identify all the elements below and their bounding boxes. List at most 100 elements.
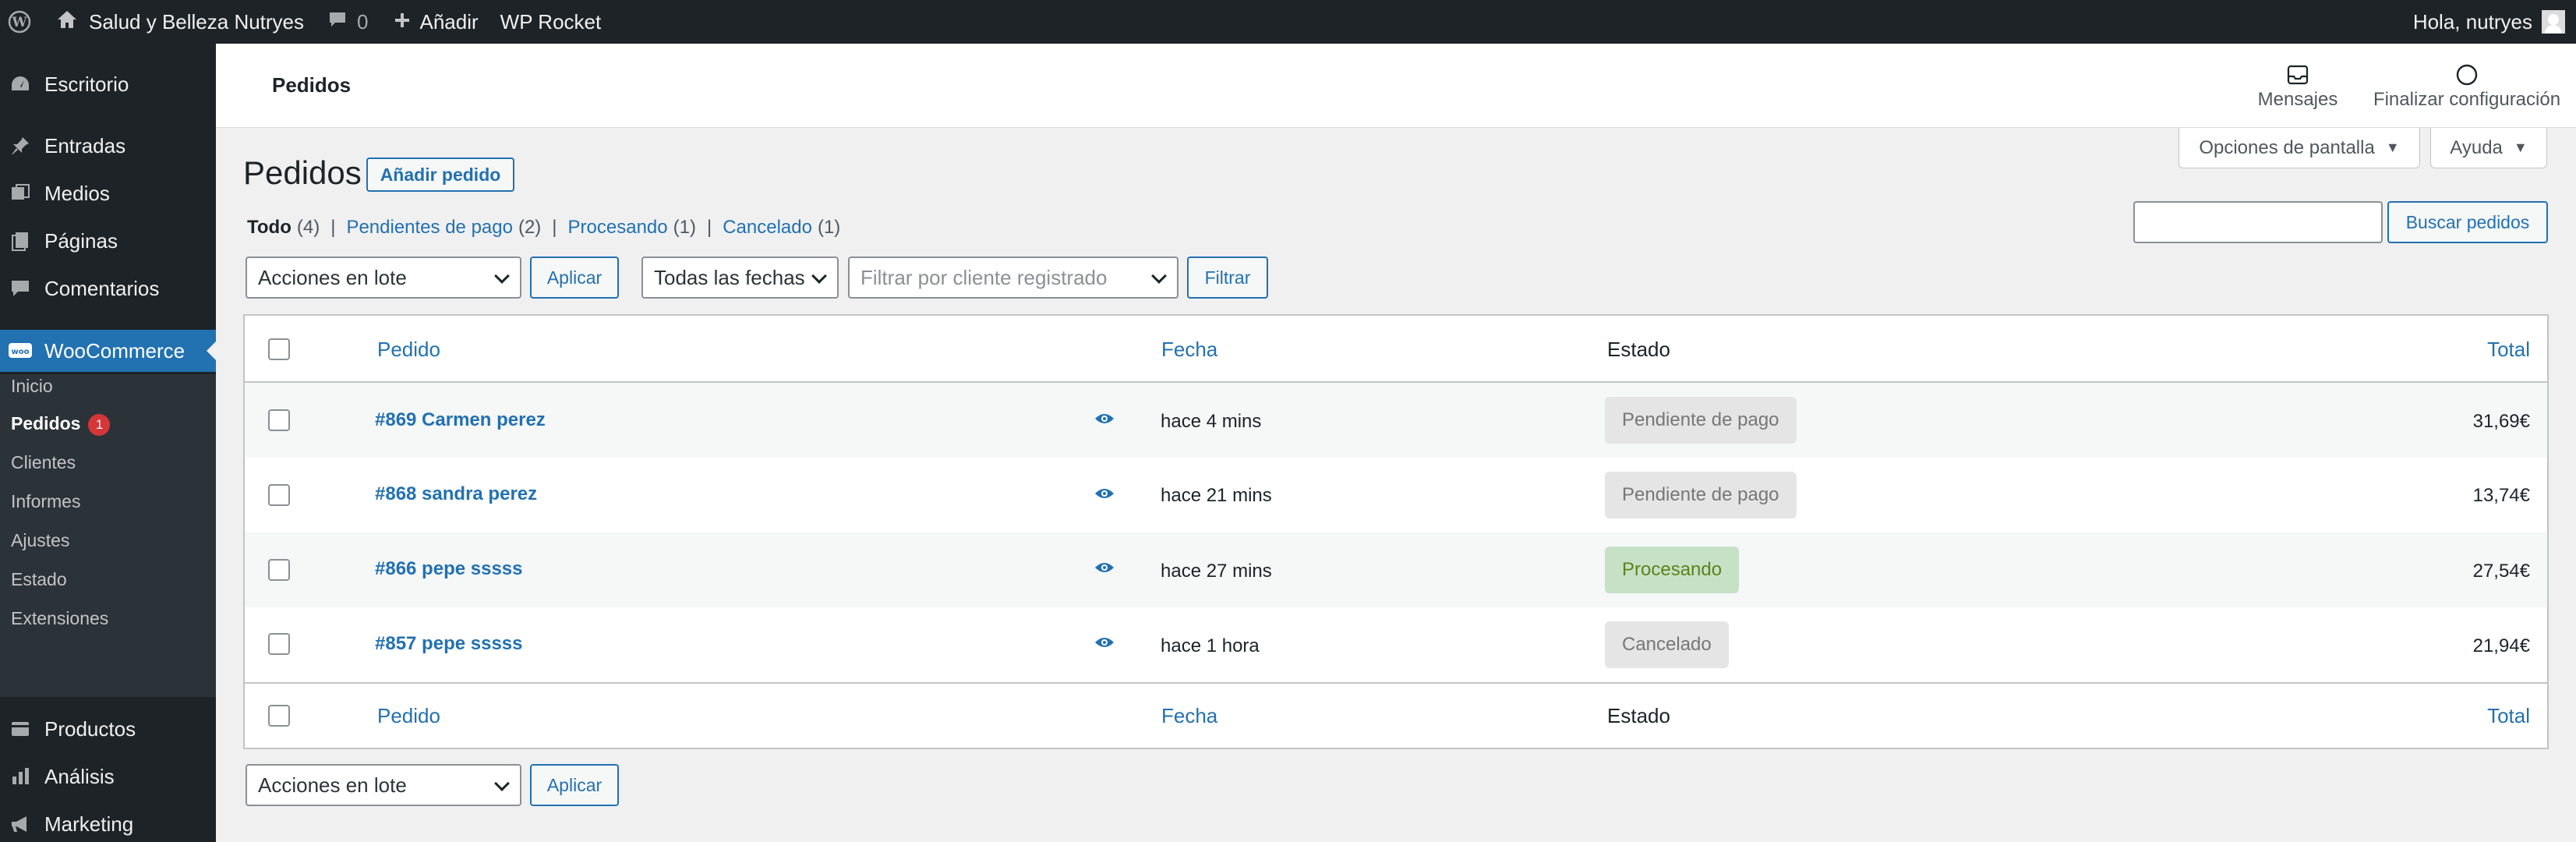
column-total[interactable]: Total bbox=[2487, 704, 2530, 728]
table-row[interactable]: #866 pepe sssss hace 27 mins Procesando … bbox=[245, 532, 2547, 607]
sidebar-item-escritorio[interactable]: Escritorio bbox=[0, 63, 216, 105]
row-checkbox[interactable] bbox=[268, 559, 290, 581]
view-cancelled[interactable]: Cancelado bbox=[723, 217, 812, 239]
sidebar-item-label: Marketing bbox=[44, 812, 134, 836]
order-total: 27,54€ bbox=[2472, 561, 2530, 582]
select-all-checkbox[interactable] bbox=[268, 705, 290, 727]
column-date[interactable]: Fecha bbox=[1161, 704, 1217, 728]
caret-down-icon: ▼ bbox=[2513, 140, 2528, 155]
select-all-checkbox[interactable] bbox=[268, 338, 290, 360]
media-icon bbox=[8, 181, 33, 206]
status-badge: Procesando bbox=[1605, 547, 1740, 593]
sidebar-item-label: Páginas bbox=[44, 228, 118, 253]
finish-setup-label: Finalizar configuración bbox=[2373, 89, 2561, 110]
help-button[interactable]: Ayuda ▼ bbox=[2430, 128, 2547, 168]
table-row[interactable]: #857 pepe sssss hace 1 hora Cancelado 21… bbox=[245, 607, 2547, 682]
view-pending[interactable]: Pendientes de pago bbox=[346, 217, 513, 239]
search-orders-input[interactable] bbox=[2133, 201, 2383, 243]
sidebar-item-medios[interactable]: Medios bbox=[0, 172, 216, 214]
megaphone-icon bbox=[8, 812, 33, 837]
site-name-link[interactable]: Salud y Belleza Nutryes bbox=[56, 0, 304, 44]
view-processing[interactable]: Procesando bbox=[568, 217, 668, 239]
sidebar-item-analisis[interactable]: Análisis bbox=[0, 755, 216, 798]
submenu-label: Estado bbox=[11, 569, 67, 589]
orders-table: Pedido Fecha Estado Total #869 Carmen pe… bbox=[243, 314, 2549, 749]
filter-button[interactable]: Filtrar bbox=[1187, 256, 1268, 299]
submenu-item-extensiones[interactable]: Extensiones bbox=[11, 608, 108, 629]
column-order[interactable]: Pedido bbox=[377, 338, 440, 362]
bulk-actions-select[interactable]: Acciones en lote bbox=[246, 256, 521, 299]
help-label: Ayuda bbox=[2450, 136, 2503, 158]
screen-options-button[interactable]: Opciones de pantalla ▼ bbox=[2178, 128, 2420, 168]
eye-preview-icon[interactable] bbox=[1094, 411, 1115, 430]
row-checkbox[interactable] bbox=[268, 633, 290, 655]
order-link[interactable]: #868 sandra perez bbox=[375, 483, 537, 505]
table-row[interactable]: #868 sandra perez hace 21 mins Pendiente… bbox=[245, 458, 2547, 532]
status-filter-views: Todo (4) | Pendientes de pago (2) | Proc… bbox=[247, 217, 840, 239]
eye-preview-icon[interactable] bbox=[1094, 486, 1115, 505]
row-checkbox[interactable] bbox=[268, 484, 290, 506]
submenu-item-informes[interactable]: Informes bbox=[11, 491, 80, 512]
submenu-item-ajustes[interactable]: Ajustes bbox=[11, 530, 69, 551]
caret-down-icon: ▼ bbox=[2385, 140, 2400, 155]
wp-rocket-label: WP Rocket bbox=[500, 9, 602, 34]
search-orders-button[interactable]: Buscar pedidos bbox=[2387, 201, 2548, 243]
column-total[interactable]: Total bbox=[2487, 338, 2530, 362]
sidebar-item-comentarios[interactable]: Comentarios bbox=[0, 267, 216, 310]
dashboard-icon bbox=[8, 72, 33, 97]
select-value: Acciones en lote bbox=[258, 265, 407, 289]
plus-icon bbox=[394, 10, 411, 34]
sidebar-item-marketing[interactable]: Marketing bbox=[0, 803, 216, 842]
column-date[interactable]: Fecha bbox=[1161, 338, 1217, 362]
home-icon bbox=[56, 9, 78, 35]
sidebar-item-productos[interactable]: Productos bbox=[0, 708, 216, 750]
messages-button[interactable]: Mensajes bbox=[2255, 61, 2341, 111]
sidebar-item-entradas[interactable]: Entradas bbox=[0, 125, 216, 167]
add-order-button[interactable]: Añadir pedido bbox=[366, 157, 514, 192]
order-link[interactable]: #869 Carmen perez bbox=[375, 409, 546, 431]
separator: | bbox=[330, 217, 336, 238]
apply-bulk-button[interactable]: Aplicar bbox=[530, 256, 619, 299]
submenu-label: Inicio bbox=[11, 376, 53, 396]
bulk-actions-select-bottom[interactable]: Acciones en lote bbox=[246, 764, 521, 806]
submenu-item-inicio[interactable]: Inicio bbox=[11, 376, 53, 397]
sidebar-item-label: Análisis bbox=[44, 764, 115, 788]
view-count: (2) bbox=[518, 217, 542, 238]
user-account-menu[interactable]: Hola, nutryes bbox=[2413, 0, 2565, 44]
woocommerce-submenu: Inicio Pedidos 1 Clientes Informes Ajuste… bbox=[0, 374, 216, 697]
sidebar-item-label: Escritorio bbox=[44, 72, 129, 96]
wp-rocket-link[interactable]: WP Rocket bbox=[500, 0, 602, 44]
submenu-item-pedidos[interactable]: Pedidos 1 bbox=[11, 413, 111, 436]
order-date: hace 4 mins bbox=[1161, 411, 1262, 432]
select-placeholder: Filtrar por cliente registrado bbox=[860, 265, 1108, 289]
column-order[interactable]: Pedido bbox=[377, 704, 440, 728]
order-link[interactable]: #857 pepe sssss bbox=[375, 633, 522, 655]
submenu-item-estado[interactable]: Estado bbox=[11, 569, 67, 590]
table-row[interactable]: #869 Carmen perez hace 4 mins Pendiente … bbox=[245, 383, 2547, 458]
customer-filter-select[interactable]: Filtrar por cliente registrado bbox=[848, 256, 1178, 299]
admin-bar: W Salud y Belleza Nutryes 0 Añadir WP Ro… bbox=[0, 0, 2576, 44]
apply-bulk-button-bottom[interactable]: Aplicar bbox=[530, 764, 619, 806]
view-all[interactable]: Todo bbox=[247, 217, 292, 239]
column-status: Estado bbox=[1607, 338, 1670, 361]
add-new-link[interactable]: Añadir bbox=[394, 0, 479, 44]
sidebar-item-paginas[interactable]: Páginas bbox=[0, 220, 216, 262]
progress-ring-icon bbox=[2369, 61, 2564, 89]
order-date: hace 21 mins bbox=[1161, 485, 1272, 506]
comments-icon bbox=[8, 276, 33, 301]
admin-comments-link[interactable]: 0 bbox=[327, 0, 369, 44]
date-filter-select[interactable]: Todas las fechas bbox=[641, 256, 839, 299]
submenu-label: Extensiones bbox=[11, 608, 109, 628]
row-checkbox[interactable] bbox=[268, 409, 290, 431]
finish-setup-button[interactable]: Finalizar configuración bbox=[2369, 61, 2564, 111]
eye-preview-icon[interactable] bbox=[1094, 635, 1115, 654]
wordpress-logo-icon[interactable]: W bbox=[0, 0, 39, 44]
sidebar-item-woocommerce[interactable]: woo WooCommerce bbox=[0, 330, 216, 372]
chevron-down-icon bbox=[494, 776, 510, 791]
submenu-item-clientes[interactable]: Clientes bbox=[11, 452, 76, 473]
select-value: Acciones en lote bbox=[258, 773, 407, 797]
order-link[interactable]: #866 pepe sssss bbox=[375, 558, 522, 580]
eye-preview-icon[interactable] bbox=[1094, 560, 1115, 579]
add-new-label: Añadir bbox=[419, 9, 479, 34]
analytics-icon bbox=[8, 764, 33, 789]
